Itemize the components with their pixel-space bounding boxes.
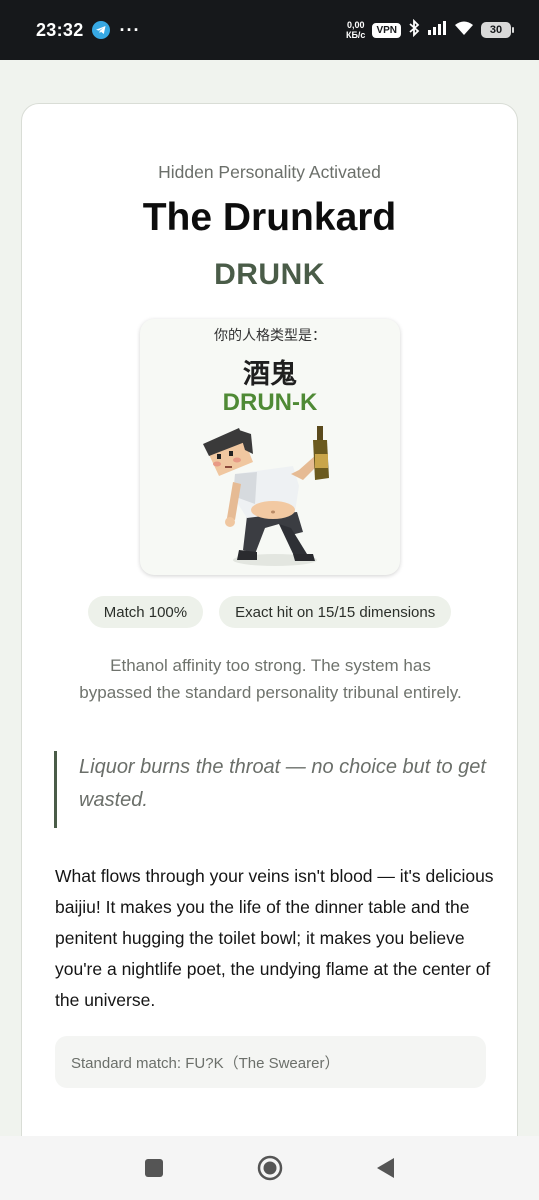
vpn-badge: VPN — [372, 22, 401, 38]
wifi-icon — [454, 20, 474, 41]
personality-title: The Drunkard — [142, 196, 397, 239]
standard-match-box: Standard match: FU?K（The Swearer） — [55, 1036, 486, 1088]
recent-apps-icon[interactable] — [134, 1148, 174, 1188]
network-speed: 0,00 КБ/с — [346, 20, 365, 40]
bluetooth-icon — [408, 18, 420, 42]
home-icon[interactable] — [250, 1148, 290, 1188]
poster-name-cn: 酒鬼 — [243, 359, 297, 389]
result-quote: Liquor burns the throat — no choice but … — [54, 751, 494, 828]
result-description: Ethanol affinity too strong. The system … — [79, 656, 462, 702]
poster-subtitle: 你的人格类型是： — [214, 327, 326, 343]
system-nav-bar — [0, 1136, 539, 1200]
drunk-character-illustration — [203, 426, 329, 566]
dimensions-badge: Exact hit on 15/15 dimensions — [219, 596, 452, 628]
telegram-icon — [91, 21, 110, 39]
back-icon[interactable] — [366, 1148, 406, 1188]
status-bar: 23:32 ··· 0,00 КБ/с VPN 30 — [0, 0, 539, 60]
result-kicker: Hidden Personality Activated — [158, 162, 381, 182]
signal-icon — [427, 20, 447, 41]
standard-match-text: Standard match: FU?K（The Swearer） — [71, 1054, 340, 1072]
battery-icon: 30 — [481, 22, 514, 38]
poster-code: DRUN-K — [222, 389, 318, 416]
result-body: What flows through your veins isn't bloo… — [55, 866, 494, 1010]
result-card: Hidden Personality Activated The Drunkar… — [21, 103, 518, 1163]
match-percent-badge: Match 100% — [87, 596, 204, 628]
speed-unit: КБ/с — [345, 30, 366, 40]
personality-poster: 你的人格类型是： 酒鬼 DRUN-K — [140, 319, 400, 575]
personality-code: DRUNK — [214, 258, 325, 291]
more-notifications-icon: ··· — [119, 19, 141, 40]
match-pills: Match 100% Exact hit on 15/15 dimensions — [22, 596, 517, 628]
status-time: 23:32 — [36, 19, 84, 40]
speed-value: 0,00 — [346, 20, 365, 30]
